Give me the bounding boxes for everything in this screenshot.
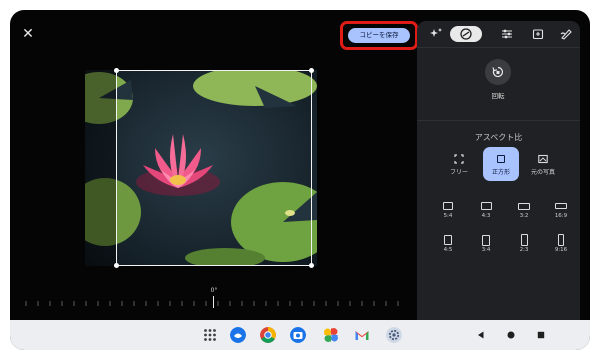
rotate-icon (492, 66, 504, 78)
settings-icon[interactable] (386, 327, 402, 343)
panel-divider (417, 120, 580, 121)
aspect-option-9-16[interactable]: 9:16 (547, 233, 575, 257)
photos-icon[interactable] (323, 327, 339, 343)
filter-icon[interactable] (531, 27, 545, 41)
original-photo-icon (538, 154, 548, 164)
device-screen: ✕ コピーを保存 0° 回転 アスペクト比 フリー 正方形 元の写真 5:4 4… (10, 10, 590, 350)
markup-icon[interactable] (559, 27, 573, 41)
aspect-ratio-label: 5:4 (443, 213, 453, 219)
ratio-16-9-icon (555, 203, 567, 209)
aspect-ratio-label: 4:3 (481, 213, 491, 219)
system-navbar (10, 320, 590, 350)
aspect-option-original[interactable]: 元の写真 (525, 147, 561, 181)
recents-icon[interactable] (537, 331, 545, 339)
tab-crop-rotate-active[interactable] (450, 26, 482, 42)
square-icon (497, 155, 505, 163)
close-icon[interactable]: ✕ (18, 24, 38, 44)
edit-tool-tabs (417, 21, 580, 47)
auto-enhance-icon[interactable] (429, 27, 443, 41)
crop-dim-overlay (85, 70, 116, 266)
aspect-option-5-4[interactable]: 5:4 (434, 199, 462, 223)
aspect-option-label: 元の写真 (530, 169, 555, 176)
aspect-option-4-3[interactable]: 4:3 (472, 199, 500, 223)
aspect-ratio-label: 2:3 (519, 247, 529, 253)
gmail-icon[interactable] (354, 327, 370, 343)
app-drawer-icon[interactable] (202, 327, 218, 343)
aspect-option-16-9[interactable]: 16:9 (547, 199, 575, 223)
aspect-ratio-label: 4:5 (443, 247, 453, 253)
crop-handle-bottom-right[interactable] (309, 263, 314, 268)
aspect-option-3-2[interactable]: 3:2 (510, 199, 538, 223)
crop-handle-top-left[interactable] (114, 68, 119, 73)
aspect-option-square[interactable]: 正方形 (483, 147, 519, 181)
ratio-3-2-icon (518, 202, 530, 210)
back-icon[interactable] (477, 331, 485, 339)
home-icon[interactable] (507, 331, 515, 339)
crop-rotate-icon (460, 28, 472, 40)
ratio-9-16-icon (558, 234, 564, 246)
aspect-ratio-label: 3:4 (481, 247, 491, 253)
ratio-3-4-icon (482, 234, 490, 246)
panel-divider (417, 47, 580, 48)
crop-box[interactable] (114, 68, 314, 268)
save-copy-highlight: コピーを保存 (340, 21, 418, 50)
aspect-ratio-label: 9:16 (554, 247, 568, 253)
aspect-option-label: 正方形 (491, 169, 510, 176)
app-icon[interactable] (230, 327, 246, 343)
aspect-option-label: フリー (449, 169, 468, 176)
aspect-option-free[interactable]: フリー (441, 147, 477, 181)
aspect-primary-options: フリー 正方形 元の写真 (441, 147, 561, 183)
crop-handle-top-right[interactable] (309, 68, 314, 73)
rotation-angle-value: 0° (210, 287, 218, 294)
rotate-label: 回転 (491, 92, 505, 100)
edit-panel: 回転 アスペクト比 フリー 正方形 元の写真 5:4 4:3 3:2 16:9 … (417, 21, 580, 331)
rotation-dial[interactable] (24, 298, 404, 308)
aspect-option-3-4[interactable]: 3:4 (472, 233, 500, 257)
rotate-button[interactable] (485, 59, 511, 85)
ratio-2-3-icon (520, 234, 528, 246)
ratio-5-4-icon (443, 202, 453, 210)
aspect-ratio-label: 16:9 (554, 213, 568, 219)
camera-icon[interactable] (290, 327, 306, 343)
aspect-ratio-label: 3:2 (519, 213, 529, 219)
free-crop-icon (454, 154, 464, 164)
save-copy-button[interactable]: コピーを保存 (348, 28, 410, 43)
ratio-4-3-icon (480, 202, 492, 210)
aspect-option-2-3[interactable]: 2:3 (510, 233, 538, 257)
ratio-4-5-icon (444, 235, 452, 245)
rotation-dial-indicator (213, 296, 214, 308)
crop-handle-bottom-left[interactable] (114, 263, 119, 268)
chrome-icon[interactable] (260, 327, 276, 343)
aspect-option-4-5[interactable]: 4:5 (434, 233, 462, 257)
adjust-icon[interactable] (500, 27, 514, 41)
aspect-ratio-title: アスペクト比 (474, 133, 523, 142)
